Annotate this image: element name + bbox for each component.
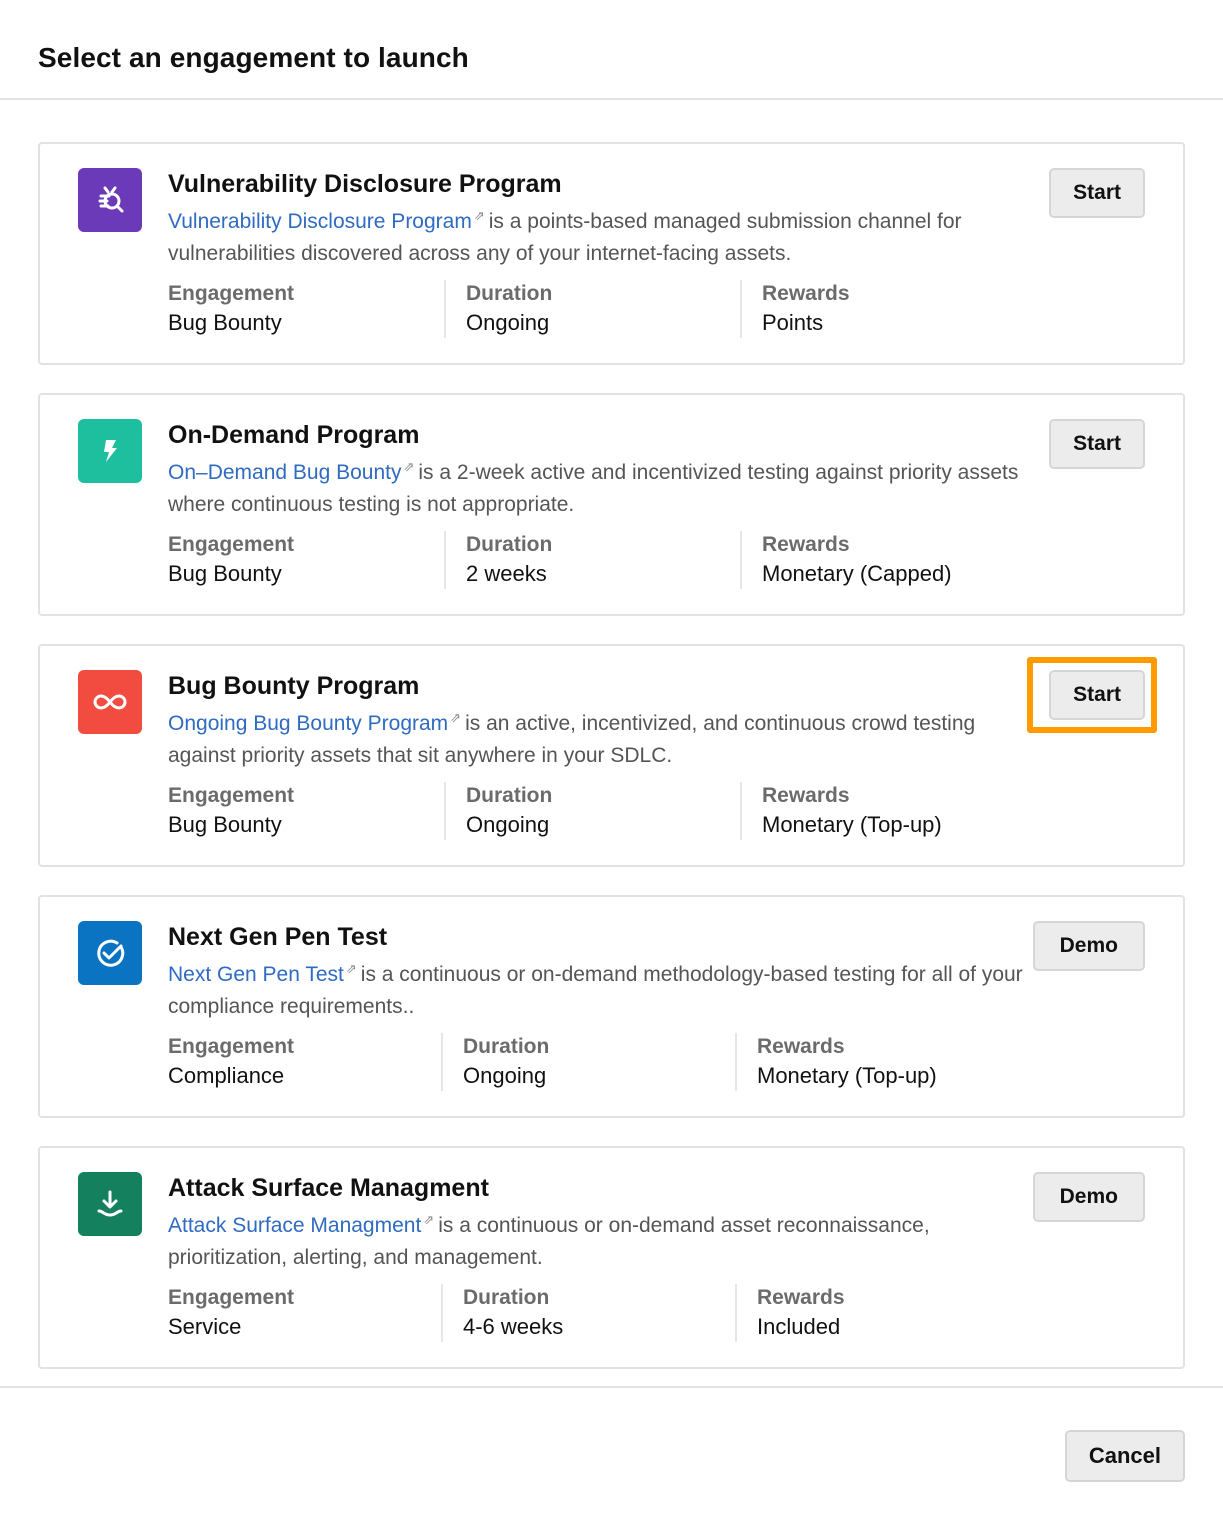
card-body: Attack Surface Managment Attack Surface … bbox=[168, 1172, 1023, 1274]
engagement-card-pen-test: Next Gen Pen Test Next Gen Pen Test ⇗ is a… bbox=[38, 895, 1185, 1118]
download-icon bbox=[78, 1172, 142, 1236]
meta-label: Rewards bbox=[762, 282, 850, 305]
modal-header: Select an engagement to launch bbox=[0, 0, 1223, 100]
meta-duration: Duration Ongoing bbox=[444, 782, 740, 840]
check-circle-icon bbox=[78, 921, 142, 985]
meta-label: Duration bbox=[466, 533, 553, 556]
meta-value: Bug Bounty bbox=[168, 812, 282, 837]
meta-label: Engagement bbox=[168, 784, 295, 807]
card-body: Bug Bounty Program Ongoing Bug Bounty Pr… bbox=[168, 670, 1023, 772]
meta-rewards: Rewards Monetary (Capped) bbox=[740, 531, 1036, 589]
lightning-icon bbox=[78, 419, 142, 483]
card-body: On-Demand Program On–Demand Bug Bounty ⇗ i… bbox=[168, 419, 1023, 521]
program-link[interactable]: On–Demand Bug Bounty bbox=[168, 461, 401, 484]
meta-engagement: Engagement Bug Bounty bbox=[168, 280, 444, 338]
meta-value: 4-6 weeks bbox=[463, 1314, 564, 1339]
card-title: Attack Surface Managment bbox=[168, 1174, 489, 1202]
meta-value: Bug Bounty bbox=[168, 310, 282, 335]
meta-label: Rewards bbox=[762, 784, 850, 807]
meta-label: Rewards bbox=[757, 1035, 845, 1058]
meta-value: Ongoing bbox=[466, 812, 550, 837]
meta-rewards: Rewards Monetary (Top-up) bbox=[740, 782, 1036, 840]
card-description: On–Demand Bug Bounty ⇗ is a 2-week active … bbox=[168, 451, 1023, 521]
meta-label: Engagement bbox=[168, 282, 295, 305]
meta-value: Monetary (Capped) bbox=[762, 561, 952, 586]
card-meta: Engagement Bug Bounty Duration Ongoing R… bbox=[168, 782, 1036, 840]
engagement-card-bug-bounty: Bug Bounty Program Ongoing Bug Bounty Pr… bbox=[38, 644, 1185, 867]
modal-title: Select an engagement to launch bbox=[38, 42, 469, 73]
meta-engagement: Engagement Service bbox=[168, 1284, 441, 1342]
meta-label: Rewards bbox=[762, 533, 850, 556]
meta-value: Points bbox=[762, 310, 824, 335]
demo-button[interactable]: Demo bbox=[1032, 1172, 1145, 1222]
meta-value: Included bbox=[757, 1314, 841, 1339]
meta-label: Engagement bbox=[168, 533, 295, 556]
card-body: Vulnerability Disclosure Program Vulnera… bbox=[168, 168, 1023, 270]
engagement-list: Vulnerability Disclosure Program Vulnera… bbox=[0, 100, 1223, 1369]
meta-value: Ongoing bbox=[463, 1063, 547, 1088]
meta-rewards: Rewards Included bbox=[735, 1284, 1031, 1342]
start-button[interactable]: Start bbox=[1049, 419, 1145, 469]
card-title: On-Demand Program bbox=[168, 421, 420, 449]
card-meta: Engagement Compliance Duration Ongoing R… bbox=[168, 1033, 1031, 1091]
meta-rewards: Rewards Points bbox=[740, 280, 1036, 338]
engagement-card-asm: Attack Surface Managment Attack Surface … bbox=[38, 1146, 1185, 1369]
external-link-icon: ⇗ bbox=[403, 459, 415, 474]
meta-engagement: Engagement Bug Bounty bbox=[168, 782, 444, 840]
meta-label: Duration bbox=[466, 784, 553, 807]
engagement-card-on-demand: On-Demand Program On–Demand Bug Bounty ⇗ i… bbox=[38, 393, 1185, 616]
meta-value: Compliance bbox=[168, 1063, 285, 1088]
meta-label: Engagement bbox=[168, 1035, 295, 1058]
meta-rewards: Rewards Monetary (Top-up) bbox=[735, 1033, 1031, 1091]
meta-label: Duration bbox=[466, 282, 553, 305]
meta-value: Monetary (Top-up) bbox=[762, 812, 942, 837]
card-title: Bug Bounty Program bbox=[168, 672, 420, 700]
meta-duration: Duration Ongoing bbox=[444, 280, 740, 338]
external-link-icon: ⇗ bbox=[345, 961, 357, 976]
meta-value: 2 weeks bbox=[466, 561, 547, 586]
program-link[interactable]: Attack Surface Managment bbox=[168, 1214, 421, 1237]
meta-duration: Duration 2 weeks bbox=[444, 531, 740, 589]
meta-label: Rewards bbox=[757, 1286, 845, 1309]
meta-value: Bug Bounty bbox=[168, 561, 282, 586]
meta-duration: Duration Ongoing bbox=[441, 1033, 735, 1091]
engagement-card-vdp: Vulnerability Disclosure Program Vulnera… bbox=[38, 142, 1185, 365]
card-body: Next Gen Pen Test Next Gen Pen Test ⇗ is a… bbox=[168, 921, 1023, 1023]
program-link[interactable]: Vulnerability Disclosure Program bbox=[168, 210, 472, 233]
program-link[interactable]: Next Gen Pen Test bbox=[168, 963, 344, 986]
meta-label: Duration bbox=[463, 1286, 550, 1309]
card-title: Next Gen Pen Test bbox=[168, 923, 388, 951]
external-link-icon: ⇗ bbox=[473, 208, 485, 223]
card-description: Ongoing Bug Bounty Program ⇗ is an active,… bbox=[168, 702, 1023, 772]
card-description: Attack Surface Managment ⇗ is a continuous… bbox=[168, 1204, 1023, 1274]
start-button[interactable]: Start bbox=[1049, 168, 1145, 218]
meta-label: Engagement bbox=[168, 1286, 295, 1309]
card-meta: Engagement Bug Bounty Duration Ongoing R… bbox=[168, 280, 1036, 338]
start-button[interactable]: Start bbox=[1049, 670, 1145, 720]
external-link-icon: ⇗ bbox=[423, 1212, 435, 1227]
card-description: Next Gen Pen Test ⇗ is a continuous or on-… bbox=[168, 953, 1023, 1023]
cancel-button[interactable]: Cancel bbox=[1064, 1430, 1185, 1482]
program-link[interactable]: Ongoing Bug Bounty Program bbox=[168, 712, 448, 735]
bug-search-icon bbox=[78, 168, 142, 232]
modal-footer: Cancel bbox=[0, 1386, 1223, 1519]
meta-value: Monetary (Top-up) bbox=[757, 1063, 937, 1088]
meta-engagement: Engagement Compliance bbox=[168, 1033, 441, 1091]
meta-value: Ongoing bbox=[466, 310, 550, 335]
infinity-icon bbox=[78, 670, 142, 734]
card-title: Vulnerability Disclosure Program bbox=[168, 170, 562, 198]
card-description: Vulnerability Disclosure Program ⇗ is a po… bbox=[168, 200, 1023, 270]
meta-label: Duration bbox=[463, 1035, 550, 1058]
external-link-icon: ⇗ bbox=[450, 710, 462, 725]
card-meta: Engagement Service Duration 4-6 weeks Re… bbox=[168, 1284, 1031, 1342]
meta-engagement: Engagement Bug Bounty bbox=[168, 531, 444, 589]
card-meta: Engagement Bug Bounty Duration 2 weeks R… bbox=[168, 531, 1036, 589]
demo-button[interactable]: Demo bbox=[1032, 921, 1145, 971]
meta-value: Service bbox=[168, 1314, 242, 1339]
meta-duration: Duration 4-6 weeks bbox=[441, 1284, 735, 1342]
